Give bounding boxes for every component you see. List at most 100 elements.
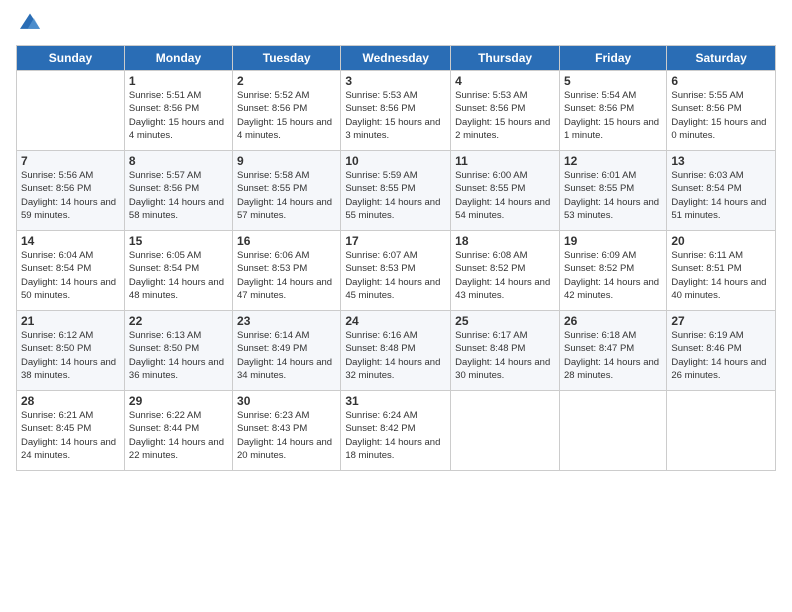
calendar-cell: 11 Sunrise: 6:00 AMSunset: 8:55 PMDaylig… <box>451 151 560 231</box>
calendar-cell <box>17 71 125 151</box>
day-number: 2 <box>237 74 336 88</box>
day-info: Sunrise: 6:18 AMSunset: 8:47 PMDaylight:… <box>564 329 662 382</box>
day-info: Sunrise: 6:24 AMSunset: 8:42 PMDaylight:… <box>345 409 446 462</box>
day-number: 20 <box>671 234 771 248</box>
day-info: Sunrise: 6:06 AMSunset: 8:53 PMDaylight:… <box>237 249 336 302</box>
calendar-cell: 2 Sunrise: 5:52 AMSunset: 8:56 PMDayligh… <box>233 71 341 151</box>
calendar-week-row: 28 Sunrise: 6:21 AMSunset: 8:45 PMDaylig… <box>17 391 776 471</box>
calendar-cell: 30 Sunrise: 6:23 AMSunset: 8:43 PMDaylig… <box>233 391 341 471</box>
day-number: 15 <box>129 234 228 248</box>
day-info: Sunrise: 6:23 AMSunset: 8:43 PMDaylight:… <box>237 409 336 462</box>
day-info: Sunrise: 5:55 AMSunset: 8:56 PMDaylight:… <box>671 89 771 142</box>
day-info: Sunrise: 5:58 AMSunset: 8:55 PMDaylight:… <box>237 169 336 222</box>
calendar-cell: 15 Sunrise: 6:05 AMSunset: 8:54 PMDaylig… <box>124 231 232 311</box>
logo-icon <box>18 12 42 32</box>
day-number: 30 <box>237 394 336 408</box>
day-number: 13 <box>671 154 771 168</box>
day-number: 11 <box>455 154 555 168</box>
calendar-cell: 9 Sunrise: 5:58 AMSunset: 8:55 PMDayligh… <box>233 151 341 231</box>
day-info: Sunrise: 6:17 AMSunset: 8:48 PMDaylight:… <box>455 329 555 382</box>
calendar-cell: 19 Sunrise: 6:09 AMSunset: 8:52 PMDaylig… <box>559 231 666 311</box>
calendar-cell: 10 Sunrise: 5:59 AMSunset: 8:55 PMDaylig… <box>341 151 451 231</box>
calendar-page: SundayMondayTuesdayWednesdayThursdayFrid… <box>0 0 792 612</box>
day-number: 1 <box>129 74 228 88</box>
calendar-header-row: SundayMondayTuesdayWednesdayThursdayFrid… <box>17 46 776 71</box>
day-info: Sunrise: 6:14 AMSunset: 8:49 PMDaylight:… <box>237 329 336 382</box>
day-info: Sunrise: 6:00 AMSunset: 8:55 PMDaylight:… <box>455 169 555 222</box>
calendar-cell: 5 Sunrise: 5:54 AMSunset: 8:56 PMDayligh… <box>559 71 666 151</box>
day-number: 7 <box>21 154 120 168</box>
day-number: 26 <box>564 314 662 328</box>
calendar-cell: 27 Sunrise: 6:19 AMSunset: 8:46 PMDaylig… <box>667 311 776 391</box>
day-info: Sunrise: 6:03 AMSunset: 8:54 PMDaylight:… <box>671 169 771 222</box>
calendar-cell: 18 Sunrise: 6:08 AMSunset: 8:52 PMDaylig… <box>451 231 560 311</box>
calendar-week-row: 7 Sunrise: 5:56 AMSunset: 8:56 PMDayligh… <box>17 151 776 231</box>
calendar-cell: 31 Sunrise: 6:24 AMSunset: 8:42 PMDaylig… <box>341 391 451 471</box>
calendar-cell <box>667 391 776 471</box>
calendar-cell <box>451 391 560 471</box>
day-number: 3 <box>345 74 446 88</box>
day-number: 8 <box>129 154 228 168</box>
day-number: 5 <box>564 74 662 88</box>
day-number: 19 <box>564 234 662 248</box>
calendar-cell: 12 Sunrise: 6:01 AMSunset: 8:55 PMDaylig… <box>559 151 666 231</box>
calendar-cell: 22 Sunrise: 6:13 AMSunset: 8:50 PMDaylig… <box>124 311 232 391</box>
calendar-cell: 26 Sunrise: 6:18 AMSunset: 8:47 PMDaylig… <box>559 311 666 391</box>
day-info: Sunrise: 6:12 AMSunset: 8:50 PMDaylight:… <box>21 329 120 382</box>
header <box>16 12 776 37</box>
day-info: Sunrise: 6:04 AMSunset: 8:54 PMDaylight:… <box>21 249 120 302</box>
day-number: 18 <box>455 234 555 248</box>
calendar-cell: 7 Sunrise: 5:56 AMSunset: 8:56 PMDayligh… <box>17 151 125 231</box>
calendar-cell: 13 Sunrise: 6:03 AMSunset: 8:54 PMDaylig… <box>667 151 776 231</box>
day-info: Sunrise: 6:22 AMSunset: 8:44 PMDaylight:… <box>129 409 228 462</box>
day-number: 4 <box>455 74 555 88</box>
calendar-cell: 20 Sunrise: 6:11 AMSunset: 8:51 PMDaylig… <box>667 231 776 311</box>
day-number: 10 <box>345 154 446 168</box>
calendar-cell: 21 Sunrise: 6:12 AMSunset: 8:50 PMDaylig… <box>17 311 125 391</box>
weekday-header: Wednesday <box>341 46 451 71</box>
day-number: 14 <box>21 234 120 248</box>
day-info: Sunrise: 6:08 AMSunset: 8:52 PMDaylight:… <box>455 249 555 302</box>
day-number: 23 <box>237 314 336 328</box>
calendar-cell: 24 Sunrise: 6:16 AMSunset: 8:48 PMDaylig… <box>341 311 451 391</box>
logo <box>16 12 42 37</box>
weekday-header: Saturday <box>667 46 776 71</box>
weekday-header: Sunday <box>17 46 125 71</box>
day-info: Sunrise: 5:56 AMSunset: 8:56 PMDaylight:… <box>21 169 120 222</box>
calendar-cell: 6 Sunrise: 5:55 AMSunset: 8:56 PMDayligh… <box>667 71 776 151</box>
day-info: Sunrise: 6:13 AMSunset: 8:50 PMDaylight:… <box>129 329 228 382</box>
day-info: Sunrise: 6:01 AMSunset: 8:55 PMDaylight:… <box>564 169 662 222</box>
day-info: Sunrise: 6:11 AMSunset: 8:51 PMDaylight:… <box>671 249 771 302</box>
day-number: 27 <box>671 314 771 328</box>
day-info: Sunrise: 5:59 AMSunset: 8:55 PMDaylight:… <box>345 169 446 222</box>
day-info: Sunrise: 5:57 AMSunset: 8:56 PMDaylight:… <box>129 169 228 222</box>
day-number: 24 <box>345 314 446 328</box>
calendar-cell: 1 Sunrise: 5:51 AMSunset: 8:56 PMDayligh… <box>124 71 232 151</box>
logo-block <box>16 12 42 37</box>
day-number: 9 <box>237 154 336 168</box>
calendar-week-row: 14 Sunrise: 6:04 AMSunset: 8:54 PMDaylig… <box>17 231 776 311</box>
day-info: Sunrise: 5:54 AMSunset: 8:56 PMDaylight:… <box>564 89 662 142</box>
calendar-cell: 17 Sunrise: 6:07 AMSunset: 8:53 PMDaylig… <box>341 231 451 311</box>
weekday-header: Thursday <box>451 46 560 71</box>
calendar-cell: 4 Sunrise: 5:53 AMSunset: 8:56 PMDayligh… <box>451 71 560 151</box>
calendar-table: SundayMondayTuesdayWednesdayThursdayFrid… <box>16 45 776 471</box>
calendar-cell: 29 Sunrise: 6:22 AMSunset: 8:44 PMDaylig… <box>124 391 232 471</box>
day-info: Sunrise: 5:52 AMSunset: 8:56 PMDaylight:… <box>237 89 336 142</box>
day-number: 17 <box>345 234 446 248</box>
day-number: 22 <box>129 314 228 328</box>
calendar-cell: 28 Sunrise: 6:21 AMSunset: 8:45 PMDaylig… <box>17 391 125 471</box>
day-info: Sunrise: 6:16 AMSunset: 8:48 PMDaylight:… <box>345 329 446 382</box>
day-number: 16 <box>237 234 336 248</box>
day-info: Sunrise: 6:09 AMSunset: 8:52 PMDaylight:… <box>564 249 662 302</box>
day-info: Sunrise: 6:19 AMSunset: 8:46 PMDaylight:… <box>671 329 771 382</box>
weekday-header: Friday <box>559 46 666 71</box>
day-info: Sunrise: 6:07 AMSunset: 8:53 PMDaylight:… <box>345 249 446 302</box>
day-number: 12 <box>564 154 662 168</box>
calendar-cell <box>559 391 666 471</box>
day-info: Sunrise: 5:53 AMSunset: 8:56 PMDaylight:… <box>455 89 555 142</box>
calendar-week-row: 21 Sunrise: 6:12 AMSunset: 8:50 PMDaylig… <box>17 311 776 391</box>
calendar-cell: 16 Sunrise: 6:06 AMSunset: 8:53 PMDaylig… <box>233 231 341 311</box>
day-number: 25 <box>455 314 555 328</box>
calendar-cell: 23 Sunrise: 6:14 AMSunset: 8:49 PMDaylig… <box>233 311 341 391</box>
